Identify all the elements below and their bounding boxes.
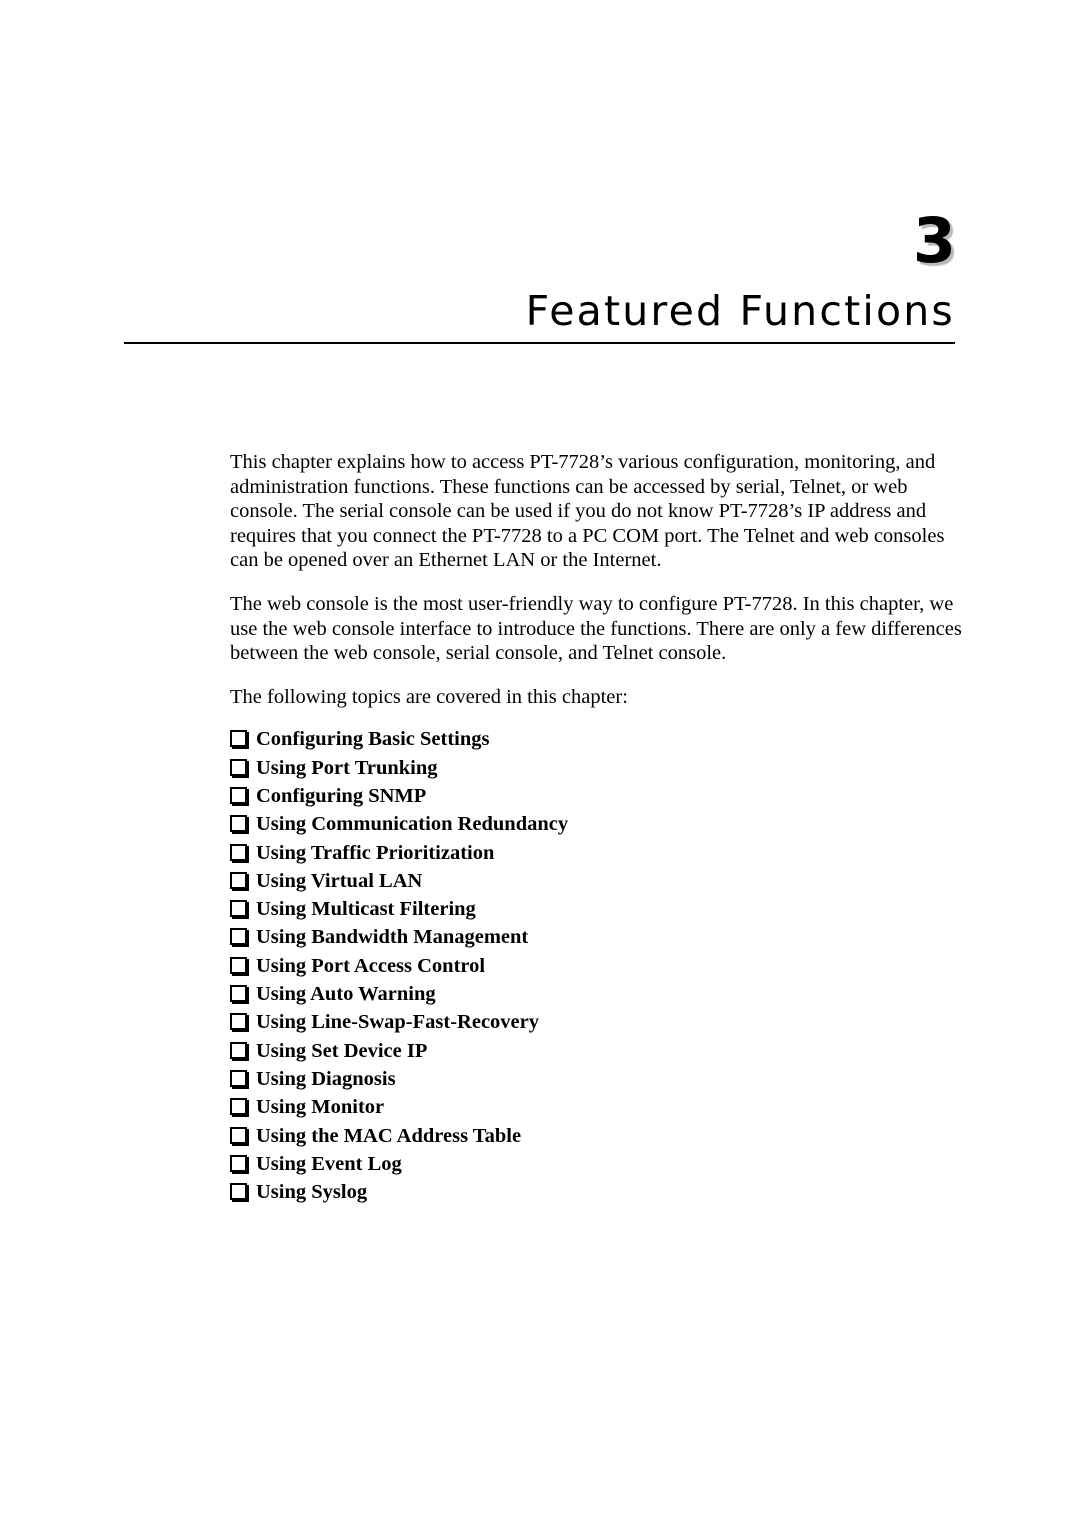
hollow-square-bullet-icon — [230, 782, 256, 810]
topic-label: Using the MAC Address Table — [256, 1124, 522, 1147]
hollow-square-bullet-icon — [230, 1008, 256, 1036]
hollow-square-bullet-icon — [230, 725, 256, 753]
topic-label: Configuring Basic Settings — [256, 728, 490, 751]
hollow-square-bullet-icon — [230, 1122, 256, 1150]
topic-label: Using Monitor — [256, 1096, 385, 1119]
topic-label: Using Traffic Prioritization — [256, 841, 495, 864]
topic-label: Using Communication Redundancy — [256, 813, 569, 836]
hollow-square-bullet-icon — [230, 867, 256, 895]
list-item: Using Auto Warning — [230, 980, 963, 1008]
hollow-square-bullet-icon — [230, 1150, 256, 1178]
topic-label: Using Syslog — [256, 1181, 368, 1204]
list-item: Using Set Device IP — [230, 1037, 963, 1065]
hollow-square-bullet-icon — [230, 754, 256, 782]
hollow-square-bullet-icon — [230, 923, 256, 951]
body-content: This chapter explains how to access PT-7… — [230, 450, 963, 1206]
intro-paragraph-1: This chapter explains how to access PT-7… — [230, 451, 945, 572]
list-item: Using Port Trunking — [230, 754, 963, 782]
topic-label: Using Bandwidth Management — [256, 926, 529, 949]
hollow-square-bullet-icon — [230, 952, 256, 980]
hollow-square-bullet-icon — [230, 839, 256, 867]
hollow-square-bullet-icon — [230, 895, 256, 923]
chapter-header: 3 Featured Functions — [124, 204, 956, 345]
topic-label: Using Line-Swap-Fast-Recovery — [256, 1011, 539, 1034]
list-item: Using Virtual LAN — [230, 867, 963, 895]
topic-label: Using Auto Warning — [256, 983, 436, 1006]
topics-list: Configuring Basic Settings Using Port Tru… — [230, 725, 963, 1206]
topics-lead-in: The following topics are covered in this… — [230, 685, 628, 708]
topic-label: Using Port Trunking — [256, 756, 438, 779]
list-item: Using Syslog — [230, 1178, 963, 1206]
topic-label: Configuring SNMP — [256, 784, 427, 807]
topic-label: Using Virtual LAN — [256, 869, 423, 892]
topic-label: Using Set Device IP — [256, 1039, 428, 1062]
topic-label: Using Event Log — [256, 1152, 402, 1175]
hollow-square-bullet-icon — [230, 1037, 256, 1065]
list-item: Using Diagnosis — [230, 1065, 963, 1093]
hollow-square-bullet-icon — [230, 810, 256, 838]
list-item: Using Event Log — [230, 1150, 963, 1178]
topic-label: Using Port Access Control — [256, 954, 486, 977]
topic-label: Using Multicast Filtering — [256, 898, 476, 921]
list-item: Using Traffic Prioritization — [230, 839, 963, 867]
hollow-square-bullet-icon — [230, 980, 256, 1008]
page-title: Featured Functions — [525, 287, 955, 335]
hollow-square-bullet-icon — [230, 1178, 256, 1206]
title-divider — [124, 342, 955, 345]
list-item: Using Bandwidth Management — [230, 923, 963, 951]
chapter-number: 3 — [912, 204, 956, 277]
list-item: Using Monitor — [230, 1093, 963, 1121]
topic-label: Using Diagnosis — [256, 1067, 396, 1090]
list-item: Configuring Basic Settings — [230, 725, 963, 753]
list-item: Using Port Access Control — [230, 952, 963, 980]
hollow-square-bullet-icon — [230, 1065, 256, 1093]
list-item: Using Communication Redundancy — [230, 810, 963, 838]
list-item: Using Line-Swap-Fast-Recovery — [230, 1008, 963, 1036]
list-item: Using the MAC Address Table — [230, 1122, 963, 1150]
list-item: Using Multicast Filtering — [230, 895, 963, 923]
hollow-square-bullet-icon — [230, 1093, 256, 1121]
intro-paragraph-2: The web console is the most user-friendl… — [230, 592, 962, 665]
document-page: 3 Featured Functions This chapter explai… — [0, 0, 1080, 1527]
list-item: Configuring SNMP — [230, 782, 963, 810]
